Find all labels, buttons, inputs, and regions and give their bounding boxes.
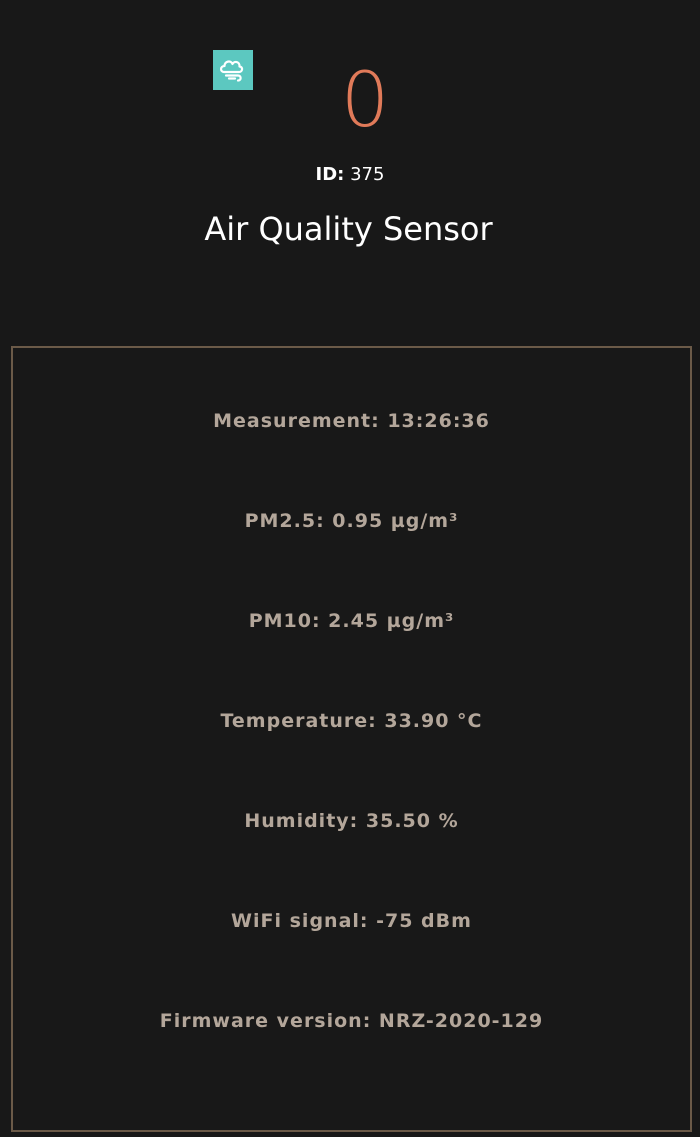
humidity-reading: Humidity: 35.50 % [244, 810, 459, 832]
device-title: Air Quality Sensor [204, 210, 493, 248]
temperature-reading: Temperature: 33.90 °C [220, 710, 483, 732]
device-id: ID: 375 [0, 163, 700, 187]
device-header: 0 ID: 375 Air Quality Sensor [0, 0, 700, 300]
aqi-value: 0 [340, 55, 389, 144]
device-id-label: ID: [315, 164, 345, 185]
pm25-reading: PM2.5: 0.95 µg/m³ [244, 510, 459, 532]
measurement-time: Measurement: 13:26:36 [213, 410, 490, 432]
pm10-reading: PM10: 2.45 µg/m³ [248, 610, 455, 632]
wifi-signal-reading: WiFi signal: -75 dBm [231, 910, 472, 932]
device-id-value: 375 [350, 164, 385, 185]
details-panel: Measurement: 13:26:36 PM2.5: 0.95 µg/m³ … [11, 346, 692, 1132]
firmware-version: Firmware version: NRZ-2020-129 [159, 1010, 544, 1032]
